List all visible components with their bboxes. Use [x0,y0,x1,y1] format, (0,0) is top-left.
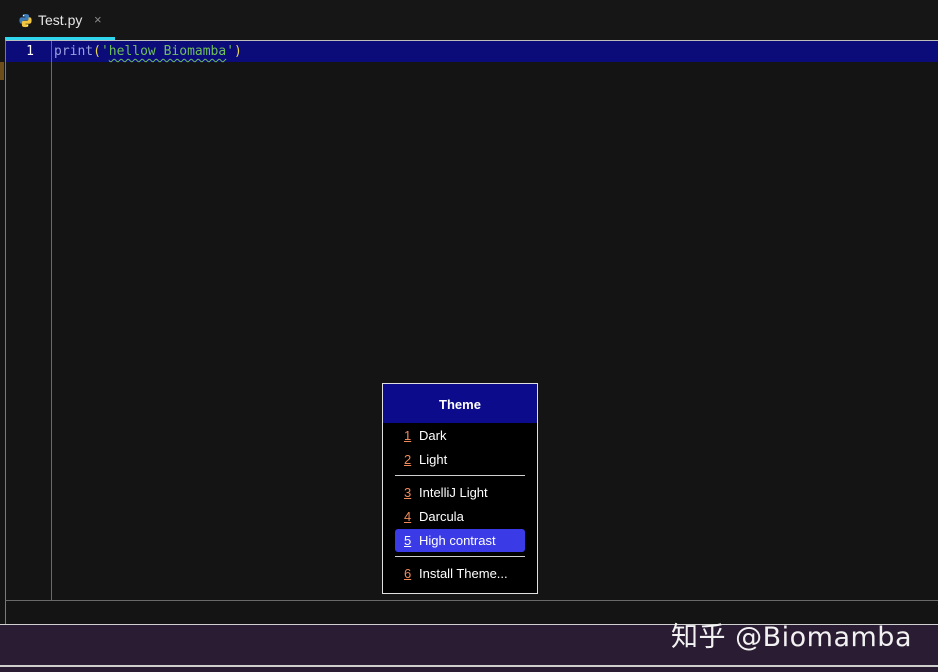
menu-item-number: 4 [404,509,412,524]
popup-title: Theme [439,397,481,412]
code-string: hellow Biomamba [108,44,227,59]
menu-item-darcula[interactable]: 4 Darcula [395,505,525,528]
tab-bar: Test.py × [0,0,938,40]
watermark: 知乎 @Biomamba [671,622,912,653]
menu-item-dark[interactable]: 1 Dark [395,424,525,447]
menu-item-install-theme[interactable]: 6 Install Theme... [395,562,525,585]
menu-item-light[interactable]: 2 Light [395,448,525,471]
menu-separator [395,475,525,476]
close-icon[interactable]: × [94,12,102,27]
menu-separator [395,556,525,557]
theme-popup: Theme 1 Dark 2 Light 3 IntelliJ Light 4 … [382,383,538,594]
status-divider [0,665,938,667]
line-number: 1 [26,44,34,59]
menu-item-number: 1 [404,428,412,443]
change-marker [0,62,4,80]
menu-item-number: 5 [404,533,412,548]
code-quote-open: ' [100,44,109,59]
menu-item-label: High contrast [419,533,496,548]
popup-header: Theme [383,384,537,423]
code-open-paren: ( [93,44,101,59]
tab-test-py[interactable]: Test.py × [5,0,115,40]
tab-label: Test.py [38,12,83,28]
menu-item-label: Light [419,452,448,467]
menu-item-number: 2 [404,452,412,467]
code-quote-close: ' [226,44,235,59]
menu-item-label: IntelliJ Light [419,485,488,500]
code-function: print [54,44,94,59]
menu-item-label: Install Theme... [419,566,508,581]
python-icon [18,13,33,28]
gutter-divider [51,41,52,600]
code-close-paren: ) [234,44,242,59]
code-line[interactable]: print('hellow Biomamba') [54,44,242,59]
menu-item-intellij-light[interactable]: 3 IntelliJ Light [395,481,525,504]
menu-item-number: 6 [404,566,412,581]
menu-item-label: Darcula [419,509,464,524]
menu-item-high-contrast[interactable]: 5 High contrast [395,529,525,552]
menu-item-number: 3 [404,485,412,500]
menu-item-label: Dark [419,428,447,443]
